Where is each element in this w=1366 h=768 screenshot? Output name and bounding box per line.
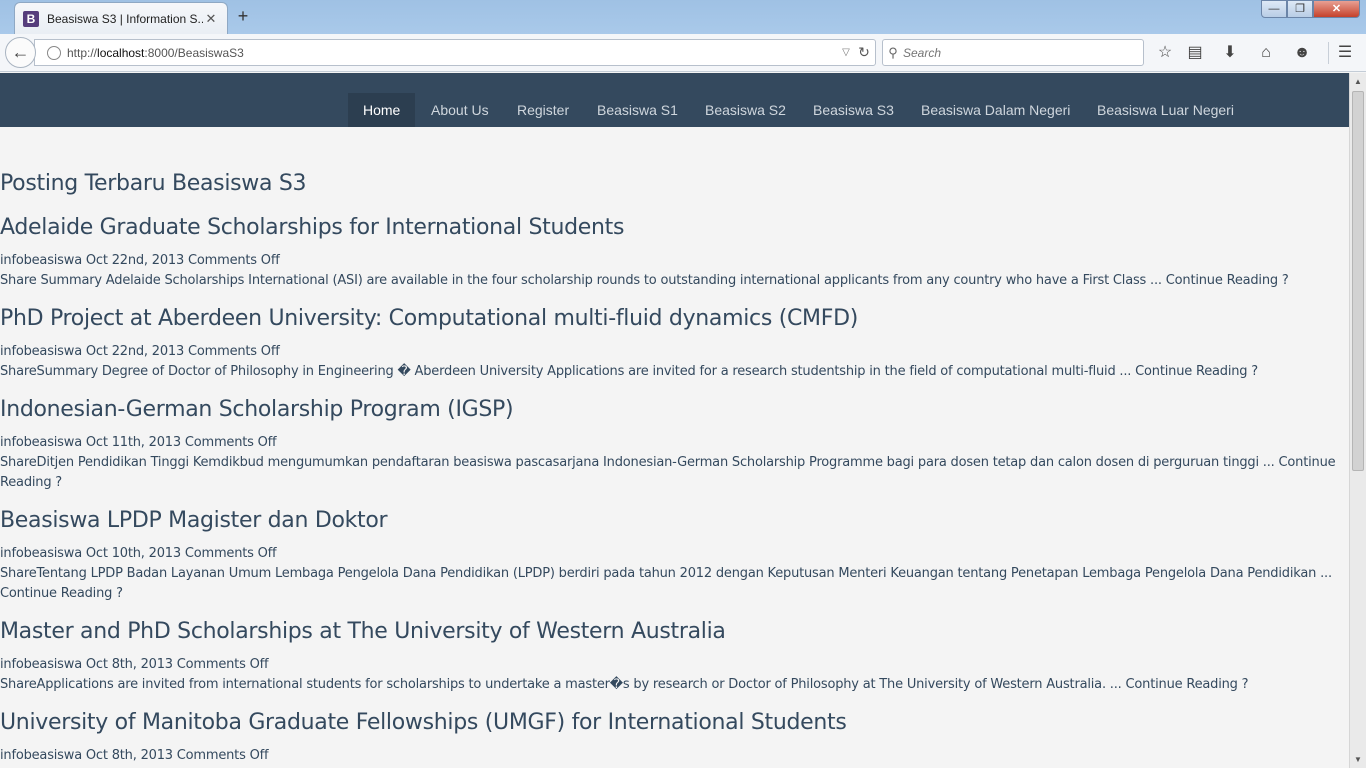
post-meta: infobeasiswa Oct 10th, 2013 Comments Off xyxy=(0,546,277,561)
search-input[interactable] xyxy=(903,41,1143,64)
reading-list-icon[interactable]: ▤ xyxy=(1183,41,1207,65)
post-excerpt: Share Summary Adelaide Scholarships Inte… xyxy=(0,273,1289,288)
nav-item-beasiswa-s3[interactable]: Beasiswa S3 xyxy=(798,93,909,127)
globe-icon xyxy=(47,45,61,60)
main-content: Posting Terbaru Beasiswa S3 Adelaide Gra… xyxy=(0,169,1349,766)
post-item: PhD Project at Aberdeen University: Comp… xyxy=(0,304,1349,382)
post-item: Adelaide Graduate Scholarships for Inter… xyxy=(0,213,1349,291)
navigation-toolbar: http://localhost:8000/BeasiswaS3 ▽ ↻ ← ⚲… xyxy=(0,34,1366,72)
menu-icon[interactable]: ☰ xyxy=(1333,41,1357,65)
post-item: Indonesian-German Scholarship Program (I… xyxy=(0,395,1349,493)
post-excerpt: ShareTentang LPDP Badan Layanan Umum Lem… xyxy=(0,566,1332,601)
site-navbar: Home About Us Register Beasiswa S1 Beasi… xyxy=(0,73,1349,127)
search-bar[interactable]: ⚲ xyxy=(882,39,1144,66)
nav-item-beasiswa-luar-negeri[interactable]: Beasiswa Luar Negeri xyxy=(1082,93,1249,127)
continue-reading-link[interactable]: Continue Reading ? xyxy=(1166,273,1289,288)
post-meta: infobeasiswa Oct 22nd, 2013 Comments Off xyxy=(0,344,280,359)
post-item: Master and PhD Scholarships at The Unive… xyxy=(0,617,1349,695)
nav-item-home[interactable]: Home xyxy=(348,93,416,127)
nav-item-beasiswa-s2[interactable]: Beasiswa S2 xyxy=(690,93,801,127)
post-meta: infobeasiswa Oct 8th, 2013 Comments Off xyxy=(0,657,269,672)
continue-reading-link[interactable]: Continue Reading ? xyxy=(1126,677,1249,692)
bootstrap-favicon-icon: B xyxy=(23,10,39,27)
download-icon[interactable]: ⬇ xyxy=(1218,41,1242,65)
post-meta: infobeasiswa Oct 22nd, 2013 Comments Off xyxy=(0,253,280,268)
home-icon[interactable]: ⌂ xyxy=(1254,41,1278,65)
post-meta: infobeasiswa Oct 8th, 2013 Comments Off xyxy=(0,748,269,763)
nav-item-beasiswa-dalam-negeri[interactable]: Beasiswa Dalam Negeri xyxy=(906,93,1085,127)
smiley-icon[interactable]: ☻ xyxy=(1290,41,1314,65)
post-title-link[interactable]: University of Manitoba Graduate Fellowsh… xyxy=(0,708,1349,738)
window-titlebar: B Beasiswa S3 | Information S... ✕ + — ❐… xyxy=(0,0,1366,34)
post-title-link[interactable]: Adelaide Graduate Scholarships for Inter… xyxy=(0,213,1349,243)
post-item: Beasiswa LPDP Magister dan Doktor infobe… xyxy=(0,506,1349,604)
post-title-link[interactable]: Beasiswa LPDP Magister dan Doktor xyxy=(0,506,1349,536)
nav-item-register[interactable]: Register xyxy=(502,93,584,127)
window-maximize-button[interactable]: ❐ xyxy=(1287,0,1313,18)
scroll-down-arrow-icon[interactable]: ▼ xyxy=(1350,751,1366,768)
search-icon: ⚲ xyxy=(888,44,898,60)
back-arrow-icon: ← xyxy=(11,42,30,62)
continue-reading-link[interactable]: Continue Reading ? xyxy=(0,586,123,601)
toolbar-divider xyxy=(1328,42,1329,64)
dropdown-icon[interactable]: ▽ xyxy=(839,47,853,58)
post-excerpt: ShareSummary Degree of Doctor of Philoso… xyxy=(0,364,1258,379)
post-title-link[interactable]: PhD Project at Aberdeen University: Comp… xyxy=(0,304,1349,334)
window-close-button[interactable]: ✕ xyxy=(1313,0,1360,18)
scrollbar-thumb[interactable] xyxy=(1352,91,1364,471)
back-button[interactable]: ← xyxy=(5,37,36,68)
nav-item-about-us[interactable]: About Us xyxy=(416,93,504,127)
vertical-scrollbar[interactable]: ▲ ▼ xyxy=(1349,73,1366,768)
page-viewport: Home About Us Register Beasiswa S1 Beasi… xyxy=(0,73,1349,768)
browser-tab[interactable]: B Beasiswa S3 | Information S... ✕ xyxy=(14,2,228,34)
post-excerpt: ShareApplications are invited from inter… xyxy=(0,677,1249,692)
continue-reading-link[interactable]: Continue Reading ? xyxy=(1135,364,1258,379)
new-tab-button[interactable]: + xyxy=(232,5,254,27)
post-title-link[interactable]: Master and PhD Scholarships at The Unive… xyxy=(0,617,1349,647)
bookmark-star-icon[interactable]: ☆ xyxy=(1153,41,1177,65)
post-title-link[interactable]: Indonesian-German Scholarship Program (I… xyxy=(0,395,1349,425)
tab-title: Beasiswa S3 | Information S... xyxy=(47,11,203,26)
nav-item-beasiswa-s1[interactable]: Beasiswa S1 xyxy=(582,93,693,127)
window-minimize-button[interactable]: — xyxy=(1261,0,1287,18)
page-title: Posting Terbaru Beasiswa S3 xyxy=(0,171,307,196)
reload-icon[interactable]: ↻ xyxy=(853,44,875,61)
url-bar[interactable]: http://localhost:8000/BeasiswaS3 ▽ ↻ xyxy=(34,39,876,66)
tab-close-icon[interactable]: ✕ xyxy=(203,11,219,27)
post-meta: infobeasiswa Oct 11th, 2013 Comments Off xyxy=(0,435,277,450)
url-text[interactable]: http://localhost:8000/BeasiswaS3 xyxy=(67,46,839,60)
scroll-up-arrow-icon[interactable]: ▲ xyxy=(1350,73,1366,90)
post-excerpt: ShareDitjen Pendidikan Tinggi Kemdikbud … xyxy=(0,455,1336,490)
post-item: University of Manitoba Graduate Fellowsh… xyxy=(0,708,1349,766)
